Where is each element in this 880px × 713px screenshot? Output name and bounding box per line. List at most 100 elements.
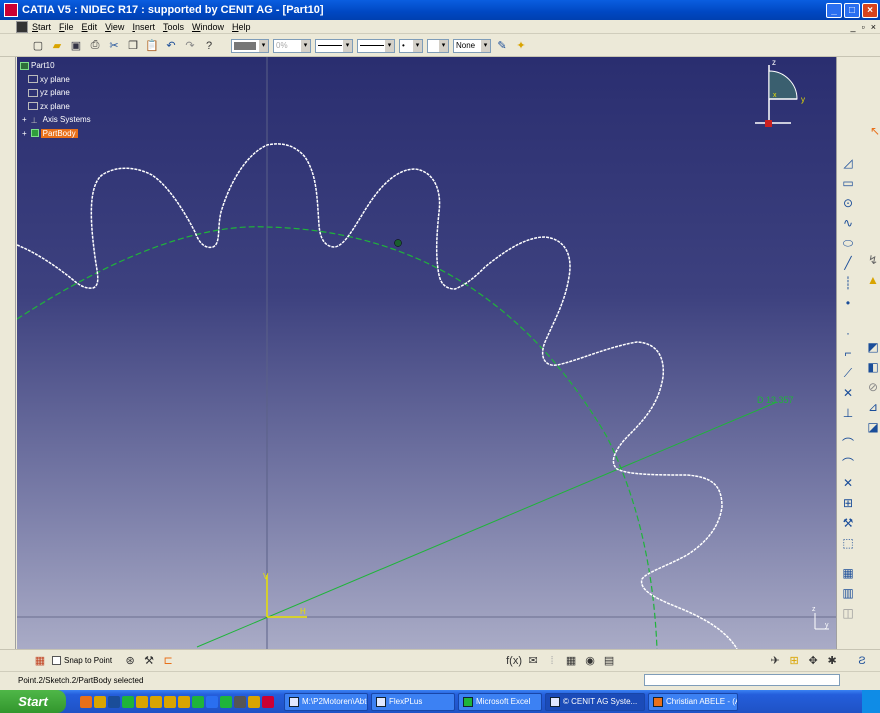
- fly-mode-icon[interactable]: ✈: [767, 653, 783, 669]
- quicklaunch-icon[interactable]: [136, 695, 148, 708]
- quicklaunch-icon[interactable]: [164, 695, 176, 708]
- tree-item-zx-plane[interactable]: zx plane: [20, 100, 91, 114]
- trim-icon[interactable]: ✕: [840, 385, 856, 401]
- grid-icon[interactable]: ▦: [32, 653, 48, 669]
- fix-together-icon[interactable]: ⚒: [840, 515, 856, 531]
- menu-help[interactable]: Help: [232, 22, 259, 32]
- close-button[interactable]: ×: [862, 2, 878, 18]
- menu-tools[interactable]: Tools: [163, 22, 192, 32]
- pan-icon[interactable]: ✥: [805, 653, 821, 669]
- task-outlook[interactable]: Christian ABELE - (A...: [648, 692, 738, 711]
- format-painter-icon[interactable]: ✎: [494, 38, 510, 54]
- open-folder-icon[interactable]: ▰: [49, 38, 65, 54]
- line-icon[interactable]: ╱: [840, 255, 856, 271]
- intersect-icon[interactable]: ✕: [840, 475, 856, 491]
- quicklaunch-icon[interactable]: [234, 695, 246, 708]
- hole-icon[interactable]: ↯: [865, 252, 880, 268]
- undo-icon[interactable]: ↶: [163, 38, 179, 54]
- fillet-icon[interactable]: ◩: [865, 339, 880, 355]
- pad-icon[interactable]: ▦: [840, 565, 856, 581]
- material-icon[interactable]: ◉: [582, 653, 598, 669]
- rectangle-icon[interactable]: ▭: [840, 175, 856, 191]
- line-thickness-combo[interactable]: ▾: [315, 38, 353, 53]
- menu-view[interactable]: View: [105, 22, 132, 32]
- tree-item-xy-plane[interactable]: xy plane: [20, 73, 91, 87]
- table-icon[interactable]: ▦: [563, 653, 579, 669]
- menu-file[interactable]: File: [59, 22, 82, 32]
- thickness-icon[interactable]: ⊿: [865, 399, 880, 415]
- layer-combo[interactable]: None ▾: [453, 38, 491, 53]
- color-combo[interactable]: ▾: [231, 38, 269, 53]
- start-button[interactable]: Start: [0, 690, 66, 713]
- command-input[interactable]: [644, 674, 840, 686]
- snap-to-point-toggle[interactable]: Snap to Point: [52, 656, 112, 665]
- rotate-icon[interactable]: ✱: [824, 653, 840, 669]
- dimensional-constraints-icon[interactable]: ⊏: [160, 653, 176, 669]
- rendering-style-combo[interactable]: ▾: [427, 38, 449, 53]
- quicklaunch-icon[interactable]: [178, 695, 190, 708]
- task-excel[interactable]: Microsoft Excel: [458, 692, 542, 711]
- spline-icon[interactable]: ∿: [840, 215, 856, 231]
- measure-icon[interactable]: ▤: [601, 653, 617, 669]
- point-icon[interactable]: •: [840, 295, 856, 311]
- cut-icon[interactable]: ✂: [106, 38, 122, 54]
- profile-icon[interactable]: ◿: [840, 155, 856, 171]
- ellipse-icon[interactable]: ⬭: [840, 235, 856, 251]
- pocket-icon[interactable]: ▥: [840, 585, 856, 601]
- snap-checkbox[interactable]: [52, 656, 61, 665]
- sketch-viewport[interactable]: D 13.357 V H z y x z y Part10 xy plane y…: [17, 57, 836, 649]
- tree-root[interactable]: Part10: [20, 59, 91, 73]
- exit-workbench-icon[interactable]: ⬚: [840, 535, 856, 551]
- formula-icon[interactable]: f(x): [506, 653, 522, 669]
- constraint-icon[interactable]: ⊞: [840, 495, 856, 511]
- mirror-icon[interactable]: ⊥: [840, 405, 856, 421]
- analysis-icon[interactable]: ◫: [840, 605, 856, 621]
- rib-icon[interactable]: ▲: [865, 272, 880, 288]
- maximize-button[interactable]: □: [844, 2, 860, 18]
- task-catia[interactable]: © CENIT AG Syste...: [545, 692, 645, 711]
- save-icon[interactable]: ▣: [68, 38, 84, 54]
- quicklaunch-icon[interactable]: [220, 695, 232, 708]
- thread-icon[interactable]: ◪: [865, 419, 880, 435]
- copy-icon[interactable]: ❐: [125, 38, 141, 54]
- tree-item-yz-plane[interactable]: yz plane: [20, 86, 91, 100]
- point-type-combo[interactable]: • ▾: [399, 38, 423, 53]
- menu-insert[interactable]: Insert: [132, 22, 163, 32]
- construction-element-icon[interactable]: ⊛: [122, 653, 138, 669]
- dot-icon[interactable]: ·: [840, 325, 856, 341]
- chamfer-icon[interactable]: ⟋: [840, 365, 856, 381]
- quicklaunch-icon[interactable]: [80, 695, 92, 708]
- paste-icon[interactable]: 📋: [144, 38, 160, 54]
- project-icon[interactable]: ⌒: [840, 455, 856, 471]
- task-flexplus[interactable]: FlexPLus: [371, 692, 455, 711]
- doc-minimize-button[interactable]: _: [851, 22, 856, 32]
- expand-icon[interactable]: +: [22, 115, 27, 124]
- whats-this-icon[interactable]: ?: [201, 38, 217, 54]
- axis-icon[interactable]: ┊: [840, 275, 856, 291]
- doc-restore-button[interactable]: ▫: [862, 22, 865, 32]
- draft-icon[interactable]: ◧: [865, 359, 880, 375]
- properties-icon[interactable]: ✦: [513, 38, 529, 54]
- tree-item-axis-systems[interactable]: + ⊥ Axis Systems: [20, 113, 91, 127]
- corner-icon[interactable]: ⌐: [840, 345, 856, 361]
- transparency-combo[interactable]: 0% ▾: [273, 38, 311, 53]
- task-explorer[interactable]: M:\P2Motoren\Abtei...: [284, 692, 368, 711]
- catia-app-icon[interactable]: [4, 3, 18, 17]
- shell-icon[interactable]: ⊘: [865, 379, 880, 395]
- quicklaunch-icon[interactable]: [262, 695, 274, 708]
- doc-close-button[interactable]: ×: [871, 22, 876, 32]
- quicklaunch-icon[interactable]: [108, 695, 120, 708]
- tree-item-partbody[interactable]: + PartBody: [20, 127, 91, 141]
- redo-icon[interactable]: ↷: [182, 38, 198, 54]
- quicklaunch-icon[interactable]: [248, 695, 260, 708]
- quicklaunch-icon[interactable]: [150, 695, 162, 708]
- menu-start[interactable]: Start: [32, 22, 59, 32]
- minimize-button[interactable]: _: [826, 2, 842, 18]
- select-arrow-icon[interactable]: ↖: [867, 123, 880, 139]
- fit-all-icon[interactable]: ⊞: [786, 653, 802, 669]
- quicklaunch-icon[interactable]: [122, 695, 134, 708]
- quicklaunch-icon[interactable]: [192, 695, 204, 708]
- offset-icon[interactable]: ⌒: [840, 435, 856, 451]
- quicklaunch-icon[interactable]: [94, 695, 106, 708]
- quicklaunch-icon[interactable]: [206, 695, 218, 708]
